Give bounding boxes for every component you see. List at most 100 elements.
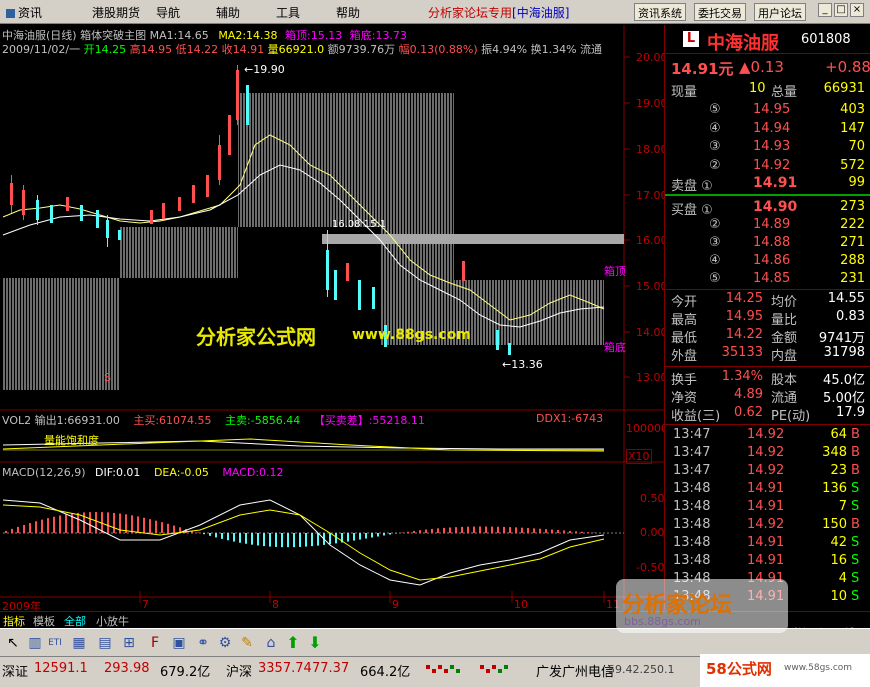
maximize-button[interactable]: □ <box>834 3 848 17</box>
tick-row[interactable]: 13:47 14.92 23 B <box>665 463 870 481</box>
tick-row[interactable]: 13:48 14.91 136 S <box>665 481 870 499</box>
sell-level-3: ③ 14.93 70 <box>665 139 870 157</box>
tick-side: B <box>851 463 860 478</box>
lock-icon[interactable]: ⌂ <box>262 634 280 652</box>
broker-name: 广发广州电信 <box>536 665 615 680</box>
vol-main-sell: 主卖:-5856.44 <box>225 414 301 427</box>
link-icon[interactable]: ⚭ <box>194 634 212 652</box>
sh-index: 3357.74 <box>258 661 312 676</box>
volume-row: 现量 10 总量 66931 <box>665 81 870 100</box>
x-label-9: 9 <box>392 598 399 611</box>
news-system-button[interactable]: 资讯系统 <box>634 3 686 21</box>
total-vol: 66931 <box>823 81 865 96</box>
chart-area[interactable]: 中海油服(日线) 箱体突破主图 MA1:14.65 MA2:14.38 箱顶:1… <box>0 25 668 613</box>
close-button[interactable]: × <box>850 3 864 17</box>
forum-watermark-url: bbs.88gs.com <box>624 615 701 628</box>
tab-template[interactable]: 模板 <box>33 613 55 629</box>
sell-level-4-price: 14.94 <box>753 120 791 136</box>
tick-row[interactable]: 13:47 14.92 348 B <box>665 445 870 463</box>
site-watermark-url: www.58gs.com <box>784 663 853 673</box>
tick-volume: 23 <box>830 463 847 478</box>
vol-x10-label: X10 <box>626 449 652 464</box>
tick-volume: 150 <box>822 517 847 532</box>
menu-help[interactable]: 帮助 <box>336 4 360 21</box>
buy1-row: 买盘 ① 14.90 273 <box>665 199 870 218</box>
y-label-19: 19.00 <box>636 97 668 110</box>
quote-panel: L 中海油服 601808 14.91元 ▲0.13 +0.88 现量 10 总… <box>664 25 870 629</box>
tick-volume: 10 <box>830 589 847 604</box>
tick-row[interactable]: 13:48 14.91 16 S <box>665 553 870 571</box>
stat-row-label-2: 量比 <box>771 313 798 328</box>
menu-navigate[interactable]: 导航 <box>156 4 180 21</box>
y-label-18: 18.00 <box>636 143 668 156</box>
ddx-value: DDX1:-6743 <box>536 412 604 425</box>
buy-level-4: ④ 14.86 288 <box>665 253 870 271</box>
tab-xiaofangniu[interactable]: 小放牛 <box>96 613 129 629</box>
stat2-row-value-2: 45.0亿 <box>823 373 865 388</box>
open-value: 开14.25 <box>83 43 127 56</box>
pencil-icon[interactable]: ✎ <box>238 634 256 652</box>
vol-note: 量能饱和度 <box>44 434 99 447</box>
tick-row[interactable]: 13:48 14.92 150 B <box>665 517 870 535</box>
tick-side: B <box>851 427 860 442</box>
minimize-button[interactable]: _ <box>818 3 832 17</box>
user-forum-button[interactable]: 用户论坛 <box>754 3 806 21</box>
sell-level-5: ⑤ 14.95 403 <box>665 102 870 120</box>
arrow-up-icon[interactable]: ⬆ <box>284 634 302 652</box>
tick-side: S <box>851 589 860 604</box>
settings-icon[interactable]: ⚙ <box>216 634 234 652</box>
vol-main-buy: 主买:61074.55 <box>133 414 212 427</box>
tick-price: 14.92 <box>747 463 785 478</box>
tab-indicator[interactable]: 指标 <box>3 613 25 629</box>
y-ticks <box>624 56 630 378</box>
arrow-down-icon[interactable]: ⬇ <box>306 634 324 652</box>
stock-name: 中海油服 <box>707 33 779 54</box>
box-top-tag: 箱顶 <box>604 265 626 278</box>
stat-row-value-1: 14.22 <box>725 327 763 342</box>
eti-icon[interactable]: ETI <box>46 634 64 652</box>
candle-icon[interactable]: ▥ <box>26 634 44 652</box>
menu-bar: 资讯 港股期货 导航 辅助 工具 帮助 分析家论坛专用[中海油服] 资讯系统 委… <box>0 0 870 24</box>
stat-row-value-1: 35133 <box>721 345 763 360</box>
f10-icon[interactable]: F <box>146 634 164 652</box>
price-change: ▲0.13 <box>739 58 784 76</box>
buy-level-2-vol: 222 <box>840 217 865 232</box>
sell1-label: 卖盘 ① <box>671 179 713 194</box>
grid-icon[interactable]: ⊞ <box>120 634 138 652</box>
tick-row[interactable]: 13:48 14.91 42 S <box>665 535 870 553</box>
amount-value: 额9739.76万 <box>327 43 396 56</box>
stat-row-label-1: 今开 <box>671 295 698 310</box>
sh-amount: 664.2亿 <box>360 665 411 680</box>
sh-change: 77.37 <box>312 661 350 676</box>
calc-icon[interactable]: ▣ <box>170 634 188 652</box>
tick-side: B <box>851 445 860 460</box>
y-label-20: 20.00 <box>636 51 668 64</box>
menu-info[interactable]: 资讯 <box>6 4 42 21</box>
menu-assist[interactable]: 辅助 <box>216 4 240 21</box>
current-vol-label: 现量 <box>671 85 698 100</box>
turnover-value: 换1.34% <box>530 43 577 56</box>
low-value: 低14.22 <box>175 43 219 56</box>
sell-level-2: ② 14.92 572 <box>665 158 870 176</box>
stat2-row: 收益(三) 0.62 PE(动) 17.9 <box>665 405 870 424</box>
buy-level-5-vol: 231 <box>840 271 865 286</box>
sell-level-4-vol: 147 <box>840 120 865 136</box>
app-icon <box>6 9 15 18</box>
chart-icon[interactable]: ▦ <box>70 634 88 652</box>
menu-tools[interactable]: 工具 <box>276 4 300 21</box>
macd-dif: DIF:0.01 <box>95 466 141 479</box>
tick-row[interactable]: 13:48 14.91 7 S <box>665 499 870 517</box>
stat2-row-label-1: 收益(三) <box>671 409 721 424</box>
kline-chart[interactable] <box>0 25 664 610</box>
menu-hk-futures[interactable]: 港股期货 <box>92 4 140 21</box>
pointer-icon[interactable]: ↖ <box>4 634 22 652</box>
x-label-8: 8 <box>272 598 279 611</box>
stat-row-label-2: 内盘 <box>771 349 798 364</box>
tab-all[interactable]: 全部 <box>64 613 86 629</box>
trade-button[interactable]: 委托交易 <box>694 3 746 21</box>
tick-side: S <box>851 499 860 514</box>
book-icon[interactable]: ▤ <box>96 634 114 652</box>
tick-side: S <box>851 553 860 568</box>
site-watermark: 58公式网 www.58gs.com <box>700 654 870 687</box>
tick-row[interactable]: 13:47 14.92 64 B <box>665 427 870 445</box>
